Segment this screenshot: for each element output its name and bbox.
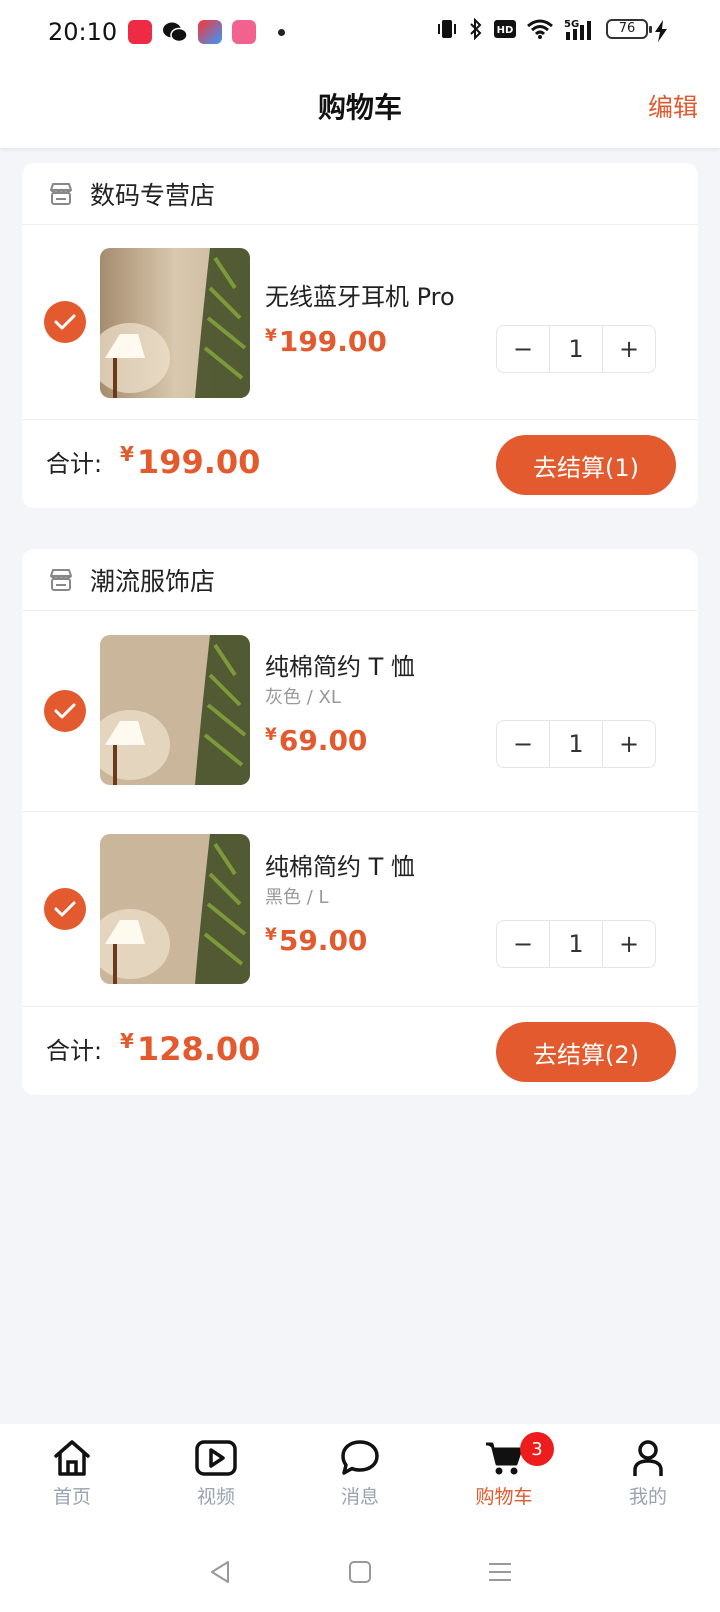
tab-messages[interactable]: 消息 bbox=[288, 1424, 432, 1532]
tab-label: 购物车 bbox=[475, 1486, 533, 1508]
status-time: 20:10 bbox=[48, 18, 118, 46]
increase-button[interactable]: + bbox=[603, 921, 655, 967]
tab-home[interactable]: 首页 bbox=[0, 1424, 144, 1532]
page-title: 购物车 bbox=[317, 91, 402, 124]
checkout-button[interactable]: 去结算(2) bbox=[496, 1022, 676, 1082]
notification-icons bbox=[128, 20, 285, 44]
game-app-icon bbox=[198, 20, 222, 44]
increase-button[interactable]: + bbox=[603, 721, 655, 767]
system-navigation-bar bbox=[0, 1532, 720, 1612]
product-price: ¥59.00 bbox=[265, 924, 368, 957]
shop-card: 数码专营店 无线蓝牙耳机 Pro ¥199.00 − 1 + 合计: ¥199.… bbox=[22, 163, 698, 508]
total-amount: ¥128.00 bbox=[120, 1029, 261, 1068]
checkmark-icon bbox=[54, 901, 76, 917]
quantity-stepper: − 1 + bbox=[496, 720, 656, 768]
svg-text:5G: 5G bbox=[564, 19, 579, 30]
quantity-value[interactable]: 1 bbox=[549, 921, 603, 967]
home-nav-icon[interactable] bbox=[346, 1558, 374, 1586]
product-price: ¥199.00 bbox=[265, 325, 387, 358]
product-price: ¥69.00 bbox=[265, 724, 368, 757]
product-title[interactable]: 纯棉简约 T 恤 bbox=[265, 847, 415, 882]
cart-icon bbox=[486, 1442, 523, 1475]
shop-header[interactable]: 数码专营店 bbox=[22, 163, 698, 225]
tab-label: 我的 bbox=[628, 1486, 667, 1508]
shop-header[interactable]: 潮流服饰店 bbox=[22, 549, 698, 611]
total-amount: ¥199.00 bbox=[120, 442, 261, 481]
shop-footer: 合计: ¥199.00 去结算(1) bbox=[22, 420, 698, 508]
cart-item: 无线蓝牙耳机 Pro ¥199.00 − 1 + bbox=[22, 225, 698, 420]
decrease-button[interactable]: − bbox=[497, 721, 549, 767]
user-icon bbox=[633, 1440, 663, 1476]
tab-cart[interactable]: 购物车 3 bbox=[432, 1424, 576, 1532]
shop-name: 数码专营店 bbox=[90, 180, 216, 210]
svg-text:HD: HD bbox=[497, 25, 514, 36]
checkout-button[interactable]: 去结算(1) bbox=[496, 435, 676, 495]
checkmark-icon bbox=[54, 314, 76, 330]
tab-label: 视频 bbox=[196, 1486, 235, 1508]
system-icons: HD 5G 76 bbox=[436, 18, 652, 40]
product-spec[interactable]: 灰色 / XL bbox=[265, 683, 341, 709]
bluetooth-icon bbox=[470, 18, 482, 40]
decrease-button[interactable]: − bbox=[497, 921, 549, 967]
checkmark-icon bbox=[54, 703, 76, 719]
product-image[interactable] bbox=[100, 635, 250, 785]
status-bar: 20:10 HD 5G 76 bbox=[0, 0, 720, 64]
recents-icon[interactable] bbox=[486, 1558, 514, 1586]
shop-name: 潮流服饰店 bbox=[90, 566, 216, 596]
tab-profile[interactable]: 我的 bbox=[576, 1424, 720, 1532]
quantity-value[interactable]: 1 bbox=[549, 326, 603, 372]
bilibili-app-icon bbox=[232, 20, 256, 44]
total-label: 合计: bbox=[46, 450, 103, 478]
increase-button[interactable]: + bbox=[603, 326, 655, 372]
signal-5g-icon: 5G bbox=[564, 19, 591, 40]
item-checkbox[interactable] bbox=[44, 301, 86, 343]
total-label: 合计: bbox=[46, 1037, 103, 1065]
store-icon bbox=[50, 568, 72, 591]
tab-video[interactable]: 视频 bbox=[144, 1424, 288, 1532]
product-image[interactable] bbox=[100, 834, 250, 984]
item-checkbox[interactable] bbox=[44, 690, 86, 732]
home-icon bbox=[54, 1440, 90, 1476]
cart-count-badge: 3 bbox=[520, 1432, 554, 1466]
quantity-value[interactable]: 1 bbox=[549, 721, 603, 767]
shop-card: 潮流服饰店 纯棉简约 T 恤 灰色 / XL ¥69.00 − 1 + 纯棉简约… bbox=[22, 549, 698, 1095]
cart-item: 纯棉简约 T 恤 黑色 / L ¥59.00 − 1 + bbox=[22, 812, 698, 1007]
product-image[interactable] bbox=[100, 248, 250, 398]
back-icon[interactable] bbox=[206, 1558, 234, 1586]
bottom-navigation: 首页 视频 消息 购物车 3 我的 bbox=[0, 1424, 720, 1612]
product-title[interactable]: 无线蓝牙耳机 Pro bbox=[265, 277, 455, 312]
quantity-stepper: − 1 + bbox=[496, 920, 656, 968]
item-checkbox[interactable] bbox=[44, 888, 86, 930]
video-icon bbox=[195, 1440, 237, 1476]
charging-icon bbox=[655, 20, 667, 42]
app-header: 购物车 编辑 bbox=[0, 64, 720, 148]
xiaohongshu-app-icon bbox=[128, 20, 152, 44]
store-icon bbox=[50, 182, 72, 205]
message-icon bbox=[341, 1440, 379, 1475]
product-title[interactable]: 纯棉简约 T 恤 bbox=[265, 647, 415, 682]
cart-item: 纯棉简约 T 恤 灰色 / XL ¥69.00 − 1 + bbox=[22, 611, 698, 812]
wechat-icon bbox=[163, 22, 188, 43]
battery-indicator: 76 bbox=[606, 19, 652, 39]
hd-icon: HD bbox=[494, 20, 516, 38]
product-spec[interactable]: 黑色 / L bbox=[265, 883, 329, 909]
decrease-button[interactable]: − bbox=[497, 326, 549, 372]
shop-footer: 合计: ¥128.00 去结算(2) bbox=[22, 1007, 698, 1095]
vibrate-icon bbox=[438, 20, 456, 38]
edit-button[interactable]: 编辑 bbox=[648, 88, 698, 124]
quantity-stepper: − 1 + bbox=[496, 325, 656, 373]
tab-label: 消息 bbox=[340, 1486, 379, 1508]
wifi-icon bbox=[527, 19, 553, 39]
more-notifications-icon bbox=[278, 28, 285, 36]
tab-label: 首页 bbox=[52, 1486, 91, 1508]
